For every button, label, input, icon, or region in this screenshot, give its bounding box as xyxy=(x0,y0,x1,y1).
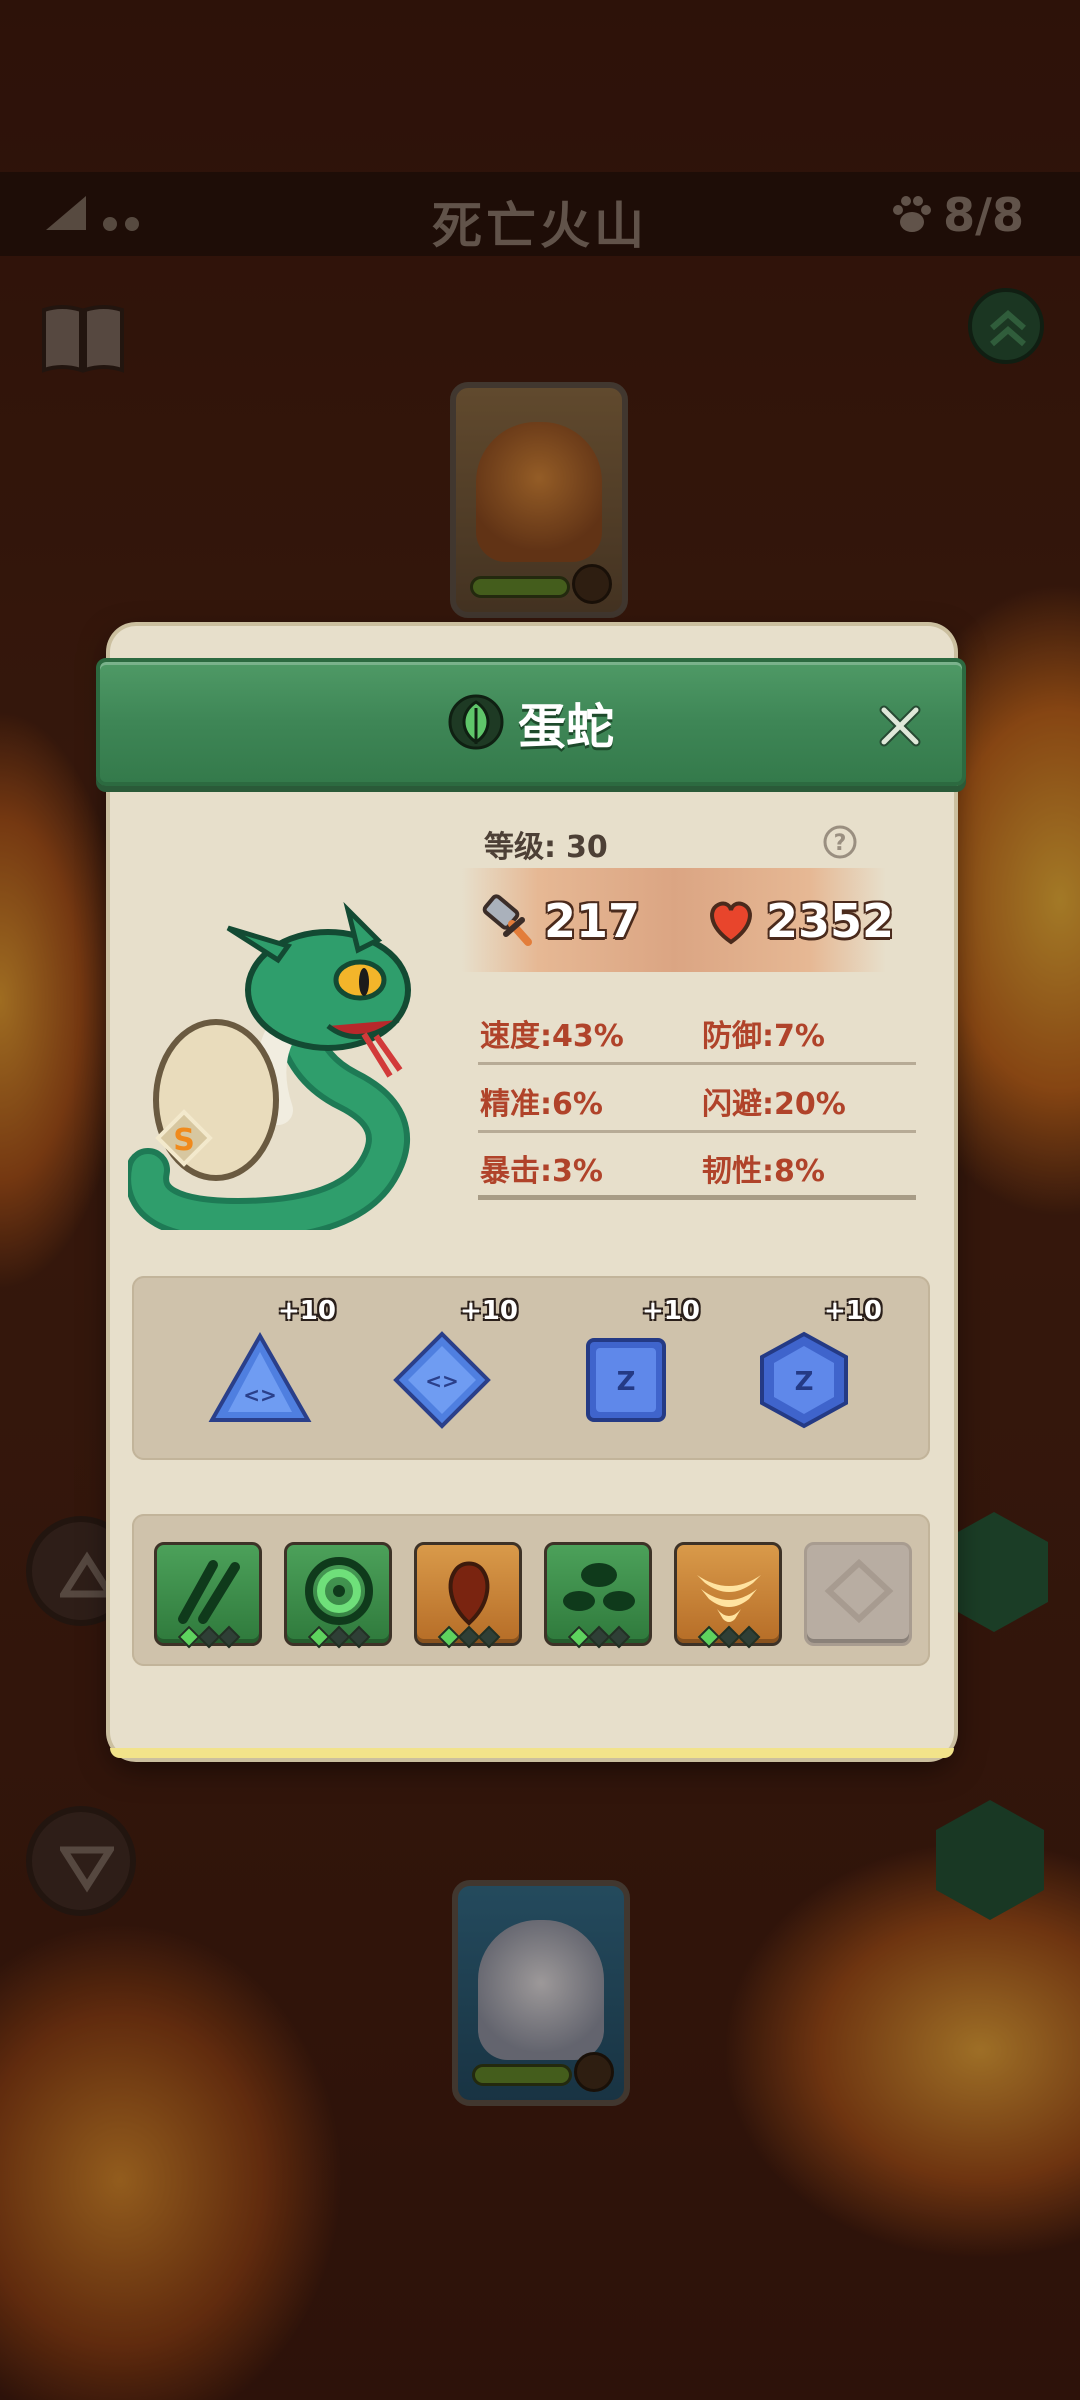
level-label: 等级: xyxy=(484,830,556,865)
gem-level: +10 xyxy=(278,1296,336,1326)
attribute-accuracy: 精准:6% xyxy=(480,1087,603,1122)
hp-value: 2352 xyxy=(766,894,895,948)
svg-text:Z: Z xyxy=(795,1367,814,1397)
attack-stat: 217 xyxy=(482,894,640,948)
hexagon-gem-icon[interactable]: Z xyxy=(752,1330,856,1430)
claw-slash-icon xyxy=(178,1560,240,1624)
skill-star-rating xyxy=(697,1625,761,1649)
attribute-row: 速度:43% 防御:7% xyxy=(478,999,916,1065)
svg-text:?: ? xyxy=(834,831,847,856)
gem-level: +10 xyxy=(460,1296,518,1326)
skill-star-rating xyxy=(567,1625,631,1649)
sword-icon xyxy=(482,894,532,946)
diamond-gem-icon[interactable]: <> xyxy=(390,1330,494,1430)
help-icon[interactable]: ? xyxy=(822,824,858,860)
svg-text:Z: Z xyxy=(617,1367,636,1397)
gem-level: +10 xyxy=(642,1296,700,1326)
shield-stack-icon xyxy=(697,1575,761,1622)
attribute-tenacity: 韧性:8% xyxy=(702,1154,825,1189)
leaves-icon xyxy=(563,1563,635,1611)
skill-slot-empty[interactable] xyxy=(804,1542,912,1646)
level-value: 30 xyxy=(566,830,608,865)
skill-slot-spiral[interactable] xyxy=(284,1542,392,1649)
modal-title: 蛋蛇 xyxy=(96,658,966,786)
empty-slot-icon xyxy=(824,1558,894,1624)
skill-star-rating xyxy=(437,1625,501,1649)
attribute-crit: 暴击:3% xyxy=(480,1154,603,1189)
grade-badge: S xyxy=(173,1123,195,1158)
skill-star-rating xyxy=(177,1625,241,1649)
egg-snake-portrait: S xyxy=(128,901,411,1230)
leaf-icon xyxy=(448,694,504,750)
attribute-evasion: 闪避:20% xyxy=(702,1087,846,1122)
skill-slot-leaves[interactable] xyxy=(544,1542,652,1649)
drop-icon xyxy=(448,1561,490,1626)
skill-slot-claw[interactable] xyxy=(154,1542,262,1649)
skill-slot-shield-stack[interactable] xyxy=(674,1542,782,1649)
heart-icon xyxy=(710,901,752,945)
attribute-row: 精准:6% 闪避:20% xyxy=(478,1067,916,1133)
skill-star-rating xyxy=(307,1625,371,1649)
spiral-icon xyxy=(305,1557,373,1625)
close-icon[interactable] xyxy=(868,694,932,758)
attribute-speed: 速度:43% xyxy=(480,1019,624,1054)
attack-value: 217 xyxy=(544,894,641,948)
level-row: 等级: 30 xyxy=(484,822,608,866)
skill-slot-drop[interactable] xyxy=(414,1542,522,1649)
creature-name: 蛋蛇 xyxy=(517,699,614,755)
svg-text:<>: <> xyxy=(425,1369,459,1393)
attribute-defense: 防御:7% xyxy=(702,1019,825,1054)
hp-stat: 2352 xyxy=(704,894,894,948)
svg-text:<>: <> xyxy=(243,1383,277,1407)
gem-level: +10 xyxy=(824,1296,882,1326)
square-gem-icon[interactable]: Z xyxy=(574,1330,678,1430)
attribute-row: 暴击:3% 韧性:8% xyxy=(478,1134,916,1200)
triangle-gem-icon[interactable]: <> xyxy=(208,1330,312,1430)
